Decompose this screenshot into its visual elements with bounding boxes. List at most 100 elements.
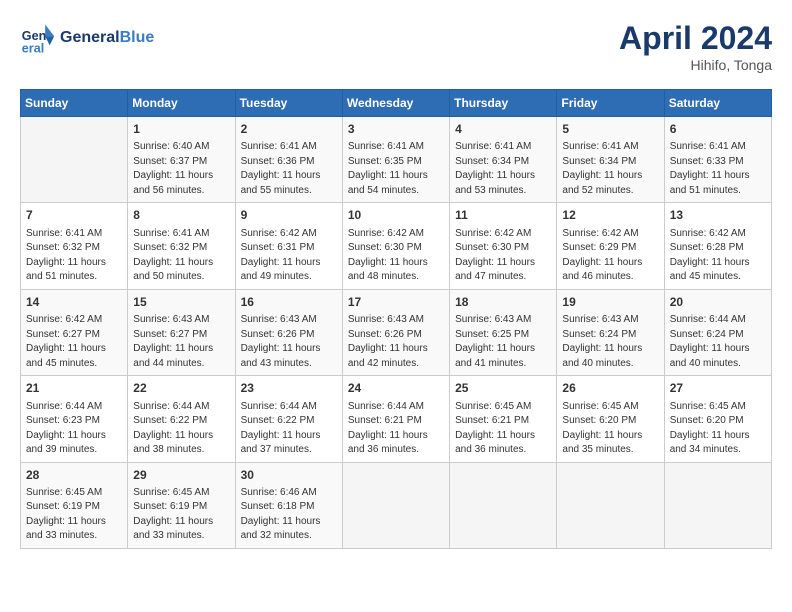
calendar-cell: 7 Sunrise: 6:41 AM Sunset: 6:32 PM Daylig… — [21, 203, 128, 289]
calendar-cell: 8 Sunrise: 6:41 AM Sunset: 6:32 PM Daylig… — [128, 203, 235, 289]
day-number: 3 — [348, 121, 444, 138]
day-number: 21 — [26, 380, 122, 397]
day-number: 19 — [562, 294, 658, 311]
cell-info: Sunrise: 6:43 AM Sunset: 6:24 PM Dayligh… — [562, 313, 658, 371]
logo: Gen eral GeneralBlue — [20, 20, 154, 56]
day-number: 28 — [26, 467, 122, 484]
calendar-cell: 4 Sunrise: 6:41 AM Sunset: 6:34 PM Daylig… — [450, 117, 557, 203]
day-header: Saturday — [664, 90, 771, 117]
day-number: 17 — [348, 294, 444, 311]
page-header: Gen eral GeneralBlue April 2024 Hihifo, … — [20, 20, 772, 73]
calendar-cell: 1 Sunrise: 6:40 AM Sunset: 6:37 PM Daylig… — [128, 117, 235, 203]
day-number: 12 — [562, 207, 658, 224]
day-number: 23 — [241, 380, 337, 397]
cell-info: Sunrise: 6:40 AM Sunset: 6:37 PM Dayligh… — [133, 140, 229, 198]
cell-info: Sunrise: 6:43 AM Sunset: 6:27 PM Dayligh… — [133, 313, 229, 371]
calendar-table: SundayMondayTuesdayWednesdayThursdayFrid… — [20, 89, 772, 549]
cell-info: Sunrise: 6:44 AM Sunset: 6:22 PM Dayligh… — [133, 400, 229, 458]
calendar-cell: 14 Sunrise: 6:42 AM Sunset: 6:27 PM Dayli… — [21, 289, 128, 375]
calendar-cell: 25 Sunrise: 6:45 AM Sunset: 6:21 PM Dayli… — [450, 376, 557, 462]
cell-info: Sunrise: 6:41 AM Sunset: 6:34 PM Dayligh… — [562, 140, 658, 198]
calendar-cell — [664, 462, 771, 548]
cell-info: Sunrise: 6:45 AM Sunset: 6:20 PM Dayligh… — [562, 400, 658, 458]
cell-info: Sunrise: 6:44 AM Sunset: 6:24 PM Dayligh… — [670, 313, 766, 371]
cell-info: Sunrise: 6:41 AM Sunset: 6:34 PM Dayligh… — [455, 140, 551, 198]
cell-info: Sunrise: 6:42 AM Sunset: 6:28 PM Dayligh… — [670, 227, 766, 285]
calendar-cell: 11 Sunrise: 6:42 AM Sunset: 6:30 PM Dayli… — [450, 203, 557, 289]
calendar-cell: 15 Sunrise: 6:43 AM Sunset: 6:27 PM Dayli… — [128, 289, 235, 375]
calendar-week-row: 21 Sunrise: 6:44 AM Sunset: 6:23 PM Dayli… — [21, 376, 772, 462]
calendar-cell: 23 Sunrise: 6:44 AM Sunset: 6:22 PM Dayli… — [235, 376, 342, 462]
day-number: 1 — [133, 121, 229, 138]
calendar-cell: 16 Sunrise: 6:43 AM Sunset: 6:26 PM Dayli… — [235, 289, 342, 375]
cell-info: Sunrise: 6:42 AM Sunset: 6:27 PM Dayligh… — [26, 313, 122, 371]
day-number: 13 — [670, 207, 766, 224]
calendar-cell: 17 Sunrise: 6:43 AM Sunset: 6:26 PM Dayli… — [342, 289, 449, 375]
day-number: 24 — [348, 380, 444, 397]
calendar-cell: 27 Sunrise: 6:45 AM Sunset: 6:20 PM Dayli… — [664, 376, 771, 462]
calendar-week-row: 14 Sunrise: 6:42 AM Sunset: 6:27 PM Dayli… — [21, 289, 772, 375]
cell-info: Sunrise: 6:41 AM Sunset: 6:33 PM Dayligh… — [670, 140, 766, 198]
day-number: 7 — [26, 207, 122, 224]
cell-info: Sunrise: 6:44 AM Sunset: 6:22 PM Dayligh… — [241, 400, 337, 458]
logo-name: GeneralBlue — [60, 29, 154, 47]
calendar-cell: 13 Sunrise: 6:42 AM Sunset: 6:28 PM Dayli… — [664, 203, 771, 289]
calendar-cell: 19 Sunrise: 6:43 AM Sunset: 6:24 PM Dayli… — [557, 289, 664, 375]
calendar-cell: 29 Sunrise: 6:45 AM Sunset: 6:19 PM Dayli… — [128, 462, 235, 548]
day-header: Thursday — [450, 90, 557, 117]
cell-info: Sunrise: 6:41 AM Sunset: 6:35 PM Dayligh… — [348, 140, 444, 198]
calendar-cell: 20Sunrise: 6:44 AM Sunset: 6:24 PM Dayli… — [664, 289, 771, 375]
day-number: 15 — [133, 294, 229, 311]
day-number: 8 — [133, 207, 229, 224]
day-number: 14 — [26, 294, 122, 311]
title-block: April 2024 Hihifo, Tonga — [619, 20, 772, 73]
cell-info: Sunrise: 6:45 AM Sunset: 6:20 PM Dayligh… — [670, 400, 766, 458]
day-number: 9 — [241, 207, 337, 224]
cell-info: Sunrise: 6:43 AM Sunset: 6:25 PM Dayligh… — [455, 313, 551, 371]
calendar-cell: 2 Sunrise: 6:41 AM Sunset: 6:36 PM Daylig… — [235, 117, 342, 203]
day-number: 26 — [562, 380, 658, 397]
calendar-cell: 5 Sunrise: 6:41 AM Sunset: 6:34 PM Daylig… — [557, 117, 664, 203]
day-number: 5 — [562, 121, 658, 138]
calendar-cell: 9 Sunrise: 6:42 AM Sunset: 6:31 PM Daylig… — [235, 203, 342, 289]
day-number: 4 — [455, 121, 551, 138]
day-number: 25 — [455, 380, 551, 397]
day-number: 27 — [670, 380, 766, 397]
cell-info: Sunrise: 6:45 AM Sunset: 6:19 PM Dayligh… — [133, 486, 229, 544]
cell-info: Sunrise: 6:41 AM Sunset: 6:32 PM Dayligh… — [133, 227, 229, 285]
calendar-cell: 24Sunrise: 6:44 AM Sunset: 6:21 PM Dayli… — [342, 376, 449, 462]
cell-info: Sunrise: 6:41 AM Sunset: 6:32 PM Dayligh… — [26, 227, 122, 285]
cell-info: Sunrise: 6:43 AM Sunset: 6:26 PM Dayligh… — [241, 313, 337, 371]
day-header: Wednesday — [342, 90, 449, 117]
cell-info: Sunrise: 6:45 AM Sunset: 6:21 PM Dayligh… — [455, 400, 551, 458]
day-header: Friday — [557, 90, 664, 117]
svg-text:eral: eral — [22, 41, 44, 55]
calendar-cell: 10Sunrise: 6:42 AM Sunset: 6:30 PM Dayli… — [342, 203, 449, 289]
calendar-cell: 30 Sunrise: 6:46 AM Sunset: 6:18 PM Dayli… — [235, 462, 342, 548]
cell-info: Sunrise: 6:43 AM Sunset: 6:26 PM Dayligh… — [348, 313, 444, 371]
day-number: 29 — [133, 467, 229, 484]
day-number: 16 — [241, 294, 337, 311]
cell-info: Sunrise: 6:42 AM Sunset: 6:30 PM Dayligh… — [455, 227, 551, 285]
cell-info: Sunrise: 6:44 AM Sunset: 6:23 PM Dayligh… — [26, 400, 122, 458]
cell-info: Sunrise: 6:46 AM Sunset: 6:18 PM Dayligh… — [241, 486, 337, 544]
calendar-cell: 3 Sunrise: 6:41 AM Sunset: 6:35 PM Daylig… — [342, 117, 449, 203]
calendar-cell: 18Sunrise: 6:43 AM Sunset: 6:25 PM Dayli… — [450, 289, 557, 375]
month-title: April 2024 — [619, 20, 772, 57]
calendar-cell — [21, 117, 128, 203]
calendar-week-row: 1 Sunrise: 6:40 AM Sunset: 6:37 PM Daylig… — [21, 117, 772, 203]
calendar-cell: 12Sunrise: 6:42 AM Sunset: 6:29 PM Dayli… — [557, 203, 664, 289]
cell-info: Sunrise: 6:45 AM Sunset: 6:19 PM Dayligh… — [26, 486, 122, 544]
cell-info: Sunrise: 6:41 AM Sunset: 6:36 PM Dayligh… — [241, 140, 337, 198]
cell-info: Sunrise: 6:42 AM Sunset: 6:31 PM Dayligh… — [241, 227, 337, 285]
calendar-cell — [557, 462, 664, 548]
calendar-week-row: 28 Sunrise: 6:45 AM Sunset: 6:19 PM Dayli… — [21, 462, 772, 548]
day-header: Tuesday — [235, 90, 342, 117]
day-number: 11 — [455, 207, 551, 224]
day-number: 30 — [241, 467, 337, 484]
logo-icon: Gen eral — [20, 20, 56, 56]
calendar-cell: 6 Sunrise: 6:41 AM Sunset: 6:33 PM Daylig… — [664, 117, 771, 203]
calendar-cell: 22Sunrise: 6:44 AM Sunset: 6:22 PM Dayli… — [128, 376, 235, 462]
day-number: 2 — [241, 121, 337, 138]
day-number: 6 — [670, 121, 766, 138]
